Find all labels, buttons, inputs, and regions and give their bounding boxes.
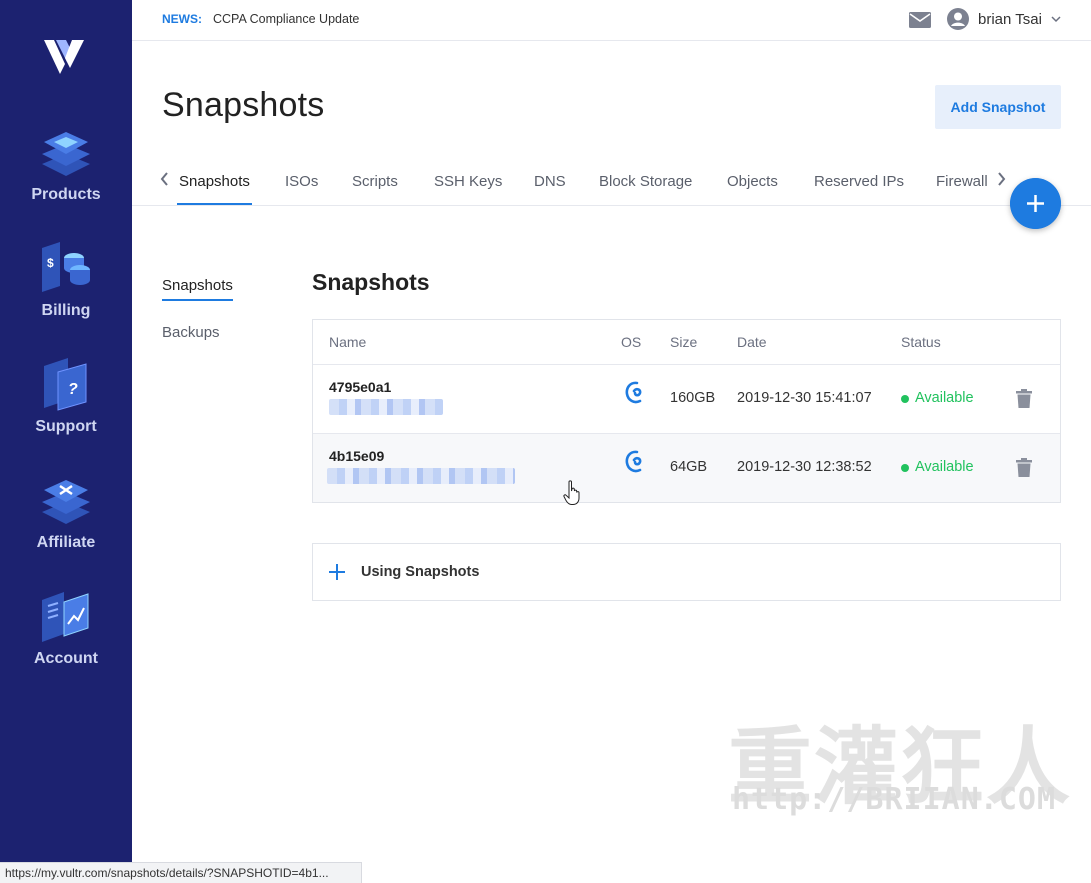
tab-bar: Snapshots ISOs Scripts SSH Keys DNS Bloc… (132, 163, 1091, 206)
tab-scripts[interactable]: Scripts (352, 173, 398, 190)
debian-icon (625, 450, 642, 473)
trash-icon[interactable] (1016, 458, 1032, 477)
using-snapshots-label: Using Snapshots (361, 564, 480, 580)
tab-snapshots[interactable]: Snapshots (179, 173, 250, 190)
svg-text:?: ? (68, 381, 78, 398)
page-title: Snapshots (162, 86, 325, 124)
redacted-description (329, 399, 443, 415)
sidebar-item-billing[interactable]: $ Billing (0, 240, 132, 320)
active-subnav-indicator (162, 299, 233, 301)
sidebar-item-account[interactable]: Account (0, 588, 132, 668)
debian-icon (625, 381, 642, 404)
hand-cursor-icon (563, 480, 580, 505)
chevron-right-icon[interactable] (995, 171, 1007, 187)
subnav-snapshots[interactable]: Snapshots (162, 277, 233, 294)
mail-icon[interactable] (909, 12, 931, 28)
tab-firewall[interactable]: Firewall (936, 173, 988, 190)
products-icon (42, 132, 90, 176)
news-label: NEWS: (162, 12, 202, 26)
news-link[interactable]: CCPA Compliance Update (213, 12, 359, 26)
column-header-size: Size (670, 334, 698, 350)
sidebar-item-products[interactable]: Products (0, 124, 132, 204)
table-row[interactable]: 4b15e09 64GB 2019-12-30 12:38:52 Availab… (313, 433, 1060, 502)
sidebar-item-label: Support (35, 418, 97, 435)
tab-reserved-ips[interactable]: Reserved IPs (814, 173, 904, 190)
snapshot-date: 2019-12-30 12:38:52 (737, 459, 872, 475)
column-header-date: Date (737, 334, 767, 350)
plus-icon (329, 564, 345, 580)
browser-status-url: https://my.vultr.com/snapshots/details/?… (0, 862, 362, 883)
status-dot (901, 464, 909, 472)
snapshot-size: 160GB (670, 390, 716, 406)
tab-block-storage[interactable]: Block Storage (599, 173, 692, 190)
using-snapshots-accordion[interactable]: Using Snapshots (312, 543, 1061, 601)
chevron-down-icon[interactable] (1051, 14, 1061, 24)
column-header-name: Name (329, 334, 367, 350)
snapshot-date: 2019-12-30 15:41:07 (737, 390, 872, 406)
add-snapshot-button[interactable]: Add Snapshot (935, 85, 1061, 129)
user-name[interactable]: brian Tsai (978, 11, 1042, 28)
chevron-left-icon[interactable] (159, 171, 171, 187)
svg-text:$: $ (47, 256, 54, 270)
support-icon: ? (44, 358, 87, 411)
user-avatar-icon[interactable] (947, 8, 969, 30)
tab-dns[interactable]: DNS (534, 173, 566, 190)
redacted-description (327, 468, 515, 484)
billing-icon: $ (42, 242, 90, 292)
column-header-status: Status (901, 334, 941, 350)
account-icon (42, 592, 89, 642)
active-tab-indicator (177, 203, 252, 205)
snapshot-name[interactable]: 4b15e09 (329, 448, 384, 464)
sidebar-item-label: Affiliate (36, 534, 96, 551)
sidebar-item-support[interactable]: ? Support (0, 356, 132, 436)
sidebar: Products $ Billing ? Support Affiliate A… (0, 0, 132, 883)
top-bar: NEWS: CCPA Compliance Update brian Tsai (132, 0, 1091, 41)
status-dot (901, 395, 909, 403)
section-title: Snapshots (312, 269, 430, 295)
snapshots-table: Name OS Size Date Status 4795e0a1 160GB … (312, 319, 1061, 503)
sidebar-item-label: Account (34, 650, 98, 667)
column-header-os: OS (621, 334, 642, 350)
sidebar-item-affiliate[interactable]: Affiliate (0, 472, 132, 552)
affiliate-icon (42, 480, 90, 524)
table-row[interactable]: 4795e0a1 160GB 2019-12-30 15:41:07 Avail… (313, 364, 1060, 433)
tab-ssh-keys[interactable]: SSH Keys (434, 173, 502, 190)
tab-objects[interactable]: Objects (727, 173, 778, 190)
tab-isos[interactable]: ISOs (285, 173, 318, 190)
watermark-url: http://BRIIAN.COM (732, 782, 1057, 817)
subnav-backups[interactable]: Backups (162, 324, 220, 341)
add-fab-button[interactable] (1010, 178, 1061, 229)
snapshot-name[interactable]: 4795e0a1 (329, 379, 391, 395)
status-badge: Available (915, 390, 974, 406)
vultr-logo[interactable] (42, 36, 86, 76)
sidebar-item-label: Products (31, 186, 101, 203)
sidebar-item-label: Billing (41, 302, 91, 319)
trash-icon[interactable] (1016, 389, 1032, 408)
snapshot-size: 64GB (670, 459, 708, 475)
status-badge: Available (915, 459, 974, 475)
